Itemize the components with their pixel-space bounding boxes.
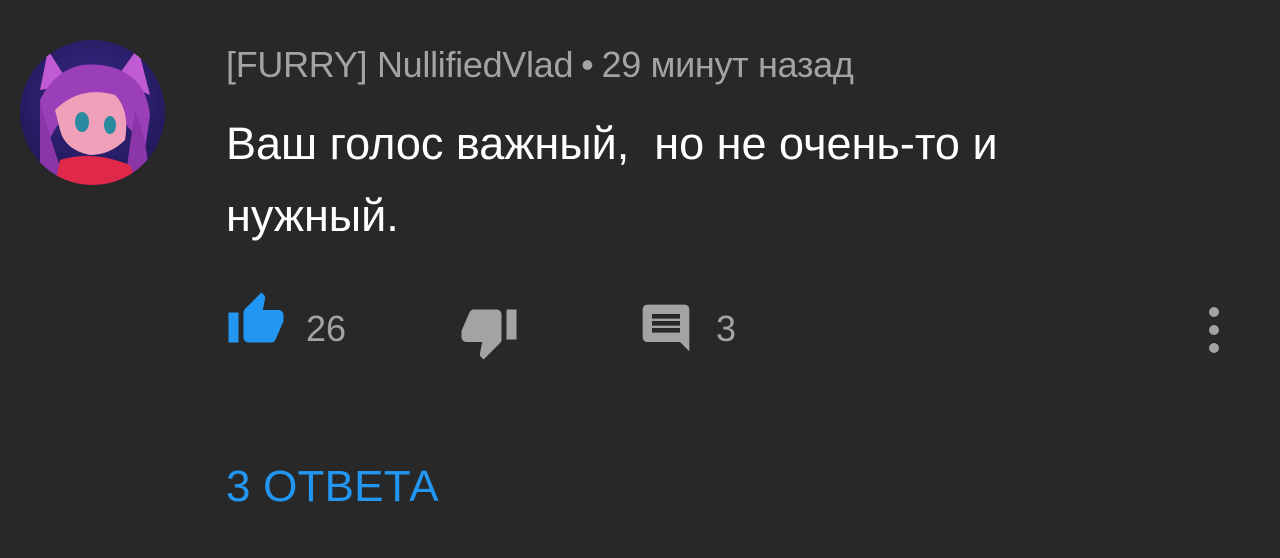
comment-text: Ваш голос важный, но не очень-то и нужны… bbox=[226, 118, 1011, 241]
thumbs-up-icon bbox=[228, 292, 284, 343]
more-options-button[interactable] bbox=[1196, 300, 1232, 360]
comment-thread: [FURRY] NullifiedVlad • 29 минут назад Ваш… bbox=[0, 0, 1280, 558]
thumbs-down-icon bbox=[461, 309, 517, 360]
author-name[interactable]: [FURRY] NullifiedVlad bbox=[226, 44, 573, 85]
comment-header: [FURRY] NullifiedVlad • 29 минут назад bbox=[226, 44, 854, 86]
comment-actions: 26 3 bbox=[0, 290, 1280, 370]
avatar[interactable] bbox=[20, 40, 165, 185]
reply-count: 3 bbox=[716, 308, 737, 349]
dislike-button[interactable] bbox=[459, 302, 519, 362]
like-count: 26 bbox=[306, 308, 347, 349]
comment-icon bbox=[642, 304, 690, 352]
like-button[interactable] bbox=[226, 290, 286, 350]
meta-separator: • bbox=[581, 44, 594, 85]
anime-character-avatar-icon bbox=[20, 40, 165, 185]
timestamp[interactable]: 29 минут назад bbox=[601, 44, 853, 85]
more-vertical-icon bbox=[1209, 307, 1219, 353]
reply-button[interactable] bbox=[638, 300, 694, 356]
view-replies-link[interactable]: 3 ОТВЕТА bbox=[226, 462, 439, 512]
